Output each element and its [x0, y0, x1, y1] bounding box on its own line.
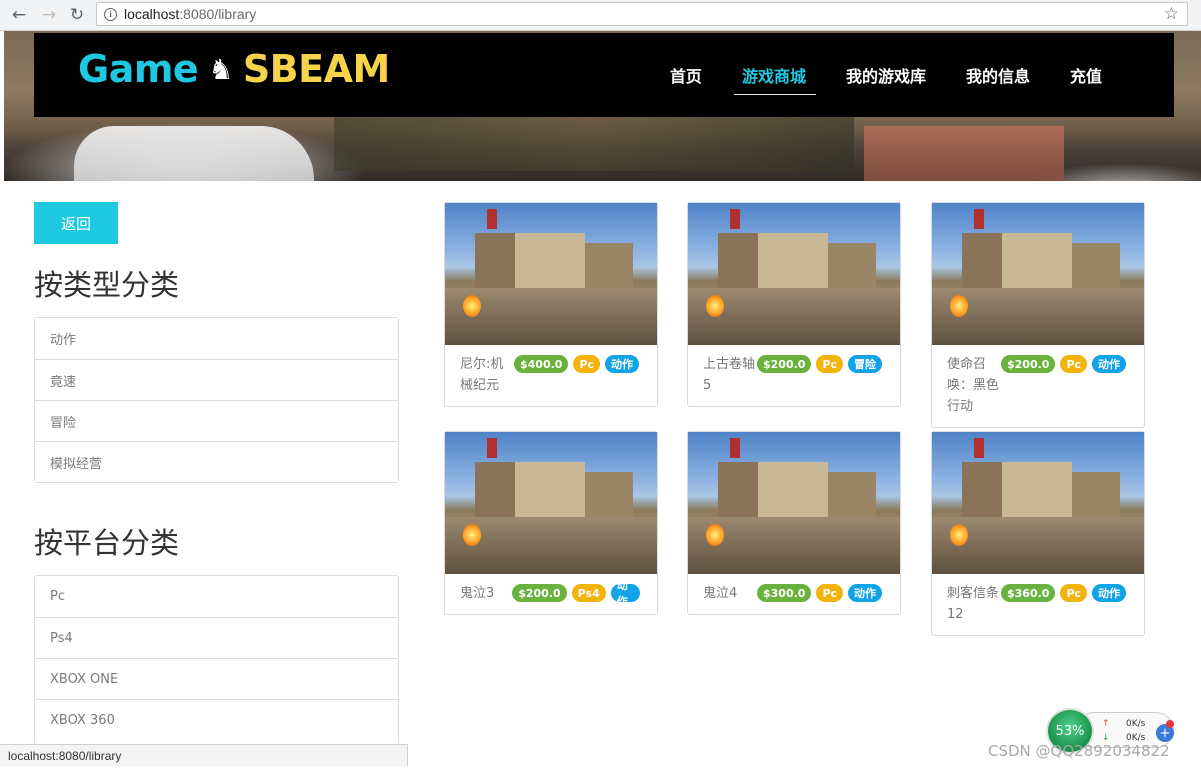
game-card[interactable]: 上古卷轴5 $200.0 Pc 冒险 [687, 202, 901, 407]
site-navbar: Game ♞ SBEAM 首页 游戏商城 我的游戏库 我的信息 充值 [34, 33, 1174, 117]
genre-badge: 动作 [610, 579, 640, 608]
info-icon[interactable]: i [104, 7, 117, 21]
game-card[interactable]: 鬼泣4 $300.0 Pc 动作 [687, 431, 901, 615]
game-thumbnail[interactable] [932, 203, 1144, 345]
url-text: localhost:8080/library [124, 6, 256, 22]
price-badge: $200.0 [757, 355, 812, 373]
platform-filter-title: 按平台分类 [34, 526, 180, 560]
game-title[interactable]: 鬼泣4 [703, 583, 755, 604]
notification-dot-icon [1166, 720, 1174, 728]
game-card[interactable]: 尼尔:机械纪元 $400.0 Pc 动作 [444, 202, 658, 407]
hero-building [864, 126, 1064, 181]
reload-icon[interactable]: ↻ [64, 2, 90, 28]
game-thumbnail[interactable] [445, 432, 657, 574]
price-badge: $200.0 [1001, 355, 1056, 373]
chess-knight-icon: ♞ [208, 52, 233, 86]
type-filter-list: 动作 竟速 冒险 模拟经营 [34, 317, 399, 483]
game-thumbnail[interactable] [445, 203, 657, 345]
nav-library[interactable]: 我的游戏库 [846, 33, 926, 117]
type-filter-item[interactable]: 竟速 [35, 359, 398, 400]
platform-filter-item[interactable]: XBOX 360 [35, 699, 398, 740]
genre-badge: 动作 [1092, 355, 1127, 373]
game-thumbnail[interactable] [932, 432, 1144, 574]
game-title[interactable]: 尼尔:机械纪元 [460, 354, 512, 396]
type-filter-item[interactable]: 动作 [35, 318, 398, 359]
game-thumbnail[interactable] [688, 203, 900, 345]
price-badge: $400.0 [514, 355, 569, 373]
back-arrow-icon[interactable]: ← [6, 2, 32, 28]
type-filter-title: 按类型分类 [34, 268, 180, 302]
url-host: localhost [124, 6, 180, 22]
nav-home[interactable]: 首页 [670, 33, 702, 117]
price-badge: $300.0 [757, 584, 812, 602]
hero-car [74, 126, 314, 181]
logo-game-text: Game [78, 47, 199, 91]
main-menu: 首页 游戏商城 我的游戏库 我的信息 充值 [630, 33, 1102, 117]
platform-badge: Pc [816, 355, 844, 373]
price-badge: $360.0 [1001, 584, 1056, 602]
browser-status-bar: localhost:8080/library [0, 744, 408, 766]
hero-trees [334, 111, 854, 171]
genre-badge: 冒险 [848, 355, 883, 373]
upload-rate: 0K/s [1126, 719, 1146, 729]
platform-badge: Pc [1060, 584, 1088, 602]
platform-filter-item[interactable]: Ps4 [35, 617, 398, 658]
price-badge: $200.0 [512, 584, 567, 602]
genre-badge: 动作 [605, 355, 640, 373]
logo-sbeam-text: SBEAM [242, 47, 391, 91]
watermark: CSDN @QQ2892034822 [988, 742, 1170, 760]
game-title[interactable]: 使命召唤：黑色行动 [947, 354, 999, 417]
type-filter-item[interactable]: 模拟经营 [35, 441, 398, 482]
site-logo[interactable]: Game ♞ SBEAM [78, 47, 390, 91]
game-card[interactable]: 使命召唤：黑色行动 $200.0 Pc 动作 [931, 202, 1145, 428]
platform-badge: Pc [573, 355, 601, 373]
platform-badge: Pc [1060, 355, 1088, 373]
nav-profile[interactable]: 我的信息 [966, 33, 1030, 117]
platform-badge: Ps4 [571, 584, 606, 602]
game-title[interactable]: 鬼泣3 [460, 583, 510, 604]
address-bar[interactable]: i localhost:8080/library ☆ [96, 2, 1188, 26]
back-button[interactable]: 返回 [34, 202, 118, 244]
genre-badge: 动作 [848, 584, 883, 602]
game-title[interactable]: 刺客信条12 [947, 583, 999, 625]
game-thumbnail[interactable] [688, 432, 900, 574]
nav-recharge[interactable]: 充值 [1070, 33, 1102, 117]
bookmark-star-icon[interactable]: ☆ [1164, 4, 1179, 24]
platform-filter-item[interactable]: XBOX ONE [35, 658, 398, 699]
type-filter-item[interactable]: 冒险 [35, 400, 398, 441]
game-card[interactable]: 鬼泣3 $200.0 Ps4 动作 [444, 431, 658, 615]
nav-store[interactable]: 游戏商城 [733, 33, 816, 117]
game-title[interactable]: 上古卷轴5 [703, 354, 755, 396]
forward-arrow-icon[interactable]: → [36, 2, 62, 28]
genre-badge: 动作 [1092, 584, 1127, 602]
platform-badge: Pc [816, 584, 844, 602]
platform-filter-list: Pc Ps4 XBOX ONE XBOX 360 [34, 575, 399, 745]
game-card[interactable]: 刺客信条12 $360.0 Pc 动作 [931, 431, 1145, 636]
browser-toolbar: ← → ↻ i localhost:8080/library ☆ [0, 0, 1201, 31]
url-path: :8080/library [179, 6, 257, 22]
upload-arrow-icon: ↑ [1102, 719, 1110, 729]
platform-filter-item[interactable]: Pc [35, 576, 398, 617]
